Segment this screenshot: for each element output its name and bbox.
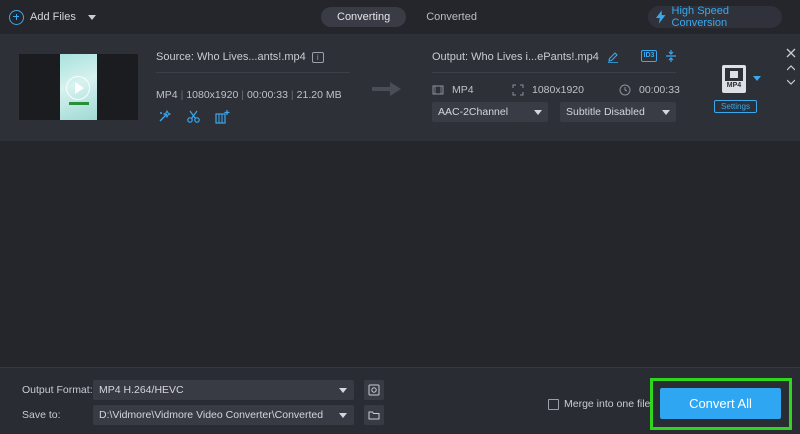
output-duration-meta: 00:00:33 <box>619 84 680 96</box>
add-icon <box>9 9 24 25</box>
chevron-down-icon <box>339 388 347 393</box>
source-duration: 00:00:33 <box>247 89 288 101</box>
output-format-meta: MP4 <box>432 84 474 96</box>
source-filename: Source: Who Lives...ants!.mp4 i <box>156 51 324 63</box>
output-format: MP4 <box>452 84 474 96</box>
output-format-label: Output Format: <box>22 384 93 396</box>
bottom-bar: Output Format: MP4 H.264/HEVC Save to: D… <box>0 367 800 434</box>
edit-tools <box>157 109 230 124</box>
output-filename: Output: Who Lives i...ePants!.mp4 <box>432 51 619 63</box>
pencil-icon[interactable] <box>607 51 619 63</box>
merge-checkbox[interactable] <box>548 398 559 410</box>
settings-button[interactable]: Settings <box>714 100 757 113</box>
close-icon[interactable] <box>785 47 797 59</box>
film-icon <box>432 85 444 95</box>
folder-icon <box>368 411 380 420</box>
source-name-text: Source: Who Lives...ants!.mp4 <box>156 51 306 63</box>
chevron-down-icon <box>339 413 347 418</box>
format-settings-button[interactable] <box>364 380 384 400</box>
output-name-text: Output: Who Lives i...ePants!.mp4 <box>432 51 599 63</box>
id3-tag-icon[interactable]: ID3 <box>641 50 657 62</box>
arrow-right-icon <box>372 82 401 96</box>
save-to-label: Save to: <box>22 409 61 421</box>
high-speed-label: High Speed Conversion <box>671 5 730 29</box>
open-folder-button[interactable] <box>364 405 384 425</box>
chevron-down-icon <box>662 110 670 115</box>
format-badge-label: MP4 <box>726 82 742 89</box>
source-resolution: 1080x1920 <box>186 89 239 101</box>
reorder-icon[interactable] <box>787 64 795 86</box>
gear-icon <box>368 384 380 396</box>
resize-icon <box>512 84 524 96</box>
chevron-down-icon[interactable] <box>87 14 96 20</box>
source-size: 21.20 MB <box>296 89 342 101</box>
output-resolution-meta: 1080x1920 <box>512 84 584 96</box>
thumbnail-caption <box>69 102 89 105</box>
top-toolbar: Add Files Converting Converted High Spee… <box>0 0 800 34</box>
file-item-row: Source: Who Lives...ants!.mp4 i MP4 | 10… <box>0 34 800 141</box>
compress-icon[interactable] <box>665 50 677 62</box>
subtitle-value: Subtitle Disabled <box>566 106 645 118</box>
clock-icon <box>619 84 631 96</box>
output-format-select[interactable]: MP4 H.264/HEVC <box>93 380 354 400</box>
divider <box>156 72 350 73</box>
save-to-select[interactable]: D:\Vidmore\Vidmore Video Converter\Conve… <box>93 405 354 425</box>
divider <box>432 72 676 73</box>
video-thumbnail[interactable] <box>19 54 138 120</box>
chevron-down-icon[interactable] <box>753 76 761 81</box>
output-format-value: MP4 H.264/HEVC <box>99 384 184 396</box>
audio-track-select[interactable]: AAC-2Channel <box>432 102 548 122</box>
chevron-down-icon <box>534 110 542 115</box>
merge-option[interactable]: Merge into one file <box>548 398 650 410</box>
audio-track-value: AAC-2Channel <box>438 106 509 118</box>
high-speed-conversion-button[interactable]: High Speed Conversion <box>648 5 782 29</box>
add-files-label: Add Files <box>30 11 76 23</box>
enhance-icon[interactable] <box>157 109 172 124</box>
subtitle-select[interactable]: Subtitle Disabled <box>560 102 676 122</box>
output-format-badge[interactable]: MP4 <box>722 65 746 93</box>
lightning-icon <box>656 10 666 24</box>
view-tabs: Converting Converted <box>321 7 493 27</box>
source-format: MP4 <box>156 89 178 101</box>
output-resolution: 1080x1920 <box>532 84 584 96</box>
info-icon[interactable]: i <box>311 51 324 63</box>
video-file-icon <box>725 68 743 81</box>
play-icon[interactable] <box>66 76 90 100</box>
tab-converting[interactable]: Converting <box>321 7 407 27</box>
tab-converted[interactable]: Converted <box>410 7 493 27</box>
add-files-button[interactable]: Add Files <box>9 8 96 26</box>
convert-all-button[interactable]: Convert All <box>660 388 781 419</box>
output-tools: ID3 <box>641 50 677 62</box>
edit-effects-icon[interactable] <box>215 109 230 124</box>
scissors-icon[interactable] <box>186 109 201 124</box>
save-to-value: D:\Vidmore\Vidmore Video Converter\Conve… <box>99 409 324 421</box>
output-duration: 00:00:33 <box>639 84 680 96</box>
merge-label: Merge into one file <box>564 398 651 410</box>
source-meta: MP4 | 1080x1920 | 00:00:33 | 21.20 MB <box>156 89 342 101</box>
